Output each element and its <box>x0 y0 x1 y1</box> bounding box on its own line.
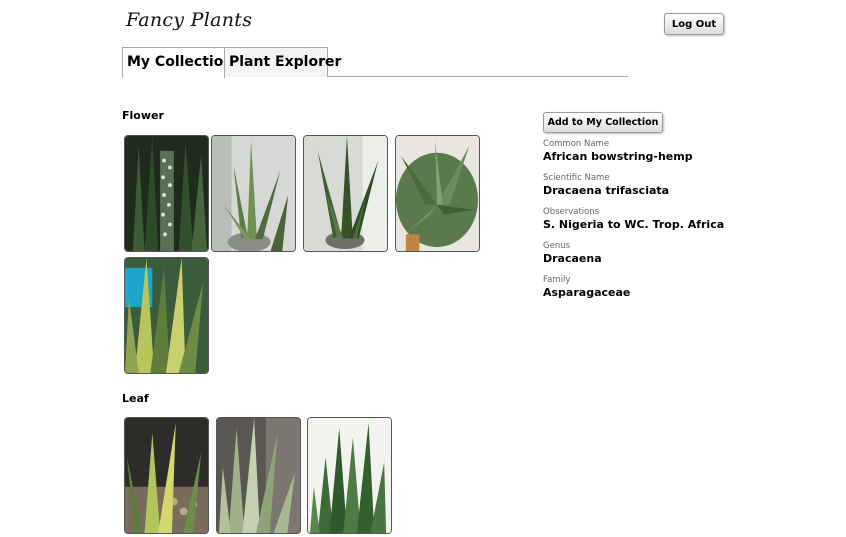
detail-family: Family Asparagaceae <box>543 274 773 308</box>
leaf-photo-1[interactable] <box>124 417 209 534</box>
detail-value: Dracaena trifasciata <box>543 184 670 197</box>
tab-my-collection[interactable]: My Collection <box>122 47 233 78</box>
detail-genus: Genus Dracaena <box>543 240 773 274</box>
detail-value: African bowstring-hemp <box>543 150 693 163</box>
app-logo: Fancy Plants <box>126 9 253 31</box>
detail-label: Scientific Name <box>543 173 610 183</box>
section-title-leaf: Leaf <box>122 392 149 405</box>
detail-label: Genus <box>543 241 571 251</box>
flower-photo-2[interactable] <box>211 135 296 252</box>
section-title-flower: Flower <box>122 109 164 122</box>
plant-details-panel: Common Name African bowstring-hemp Scien… <box>543 138 773 308</box>
add-to-collection-button[interactable]: Add to My Collection <box>543 112 663 133</box>
detail-scientific-name: Scientific Name Dracaena trifasciata <box>543 172 773 206</box>
detail-observations: Observations S. Nigeria to WC. Trop. Afr… <box>543 206 773 240</box>
tab-bar: My Collection Plant Explorer <box>122 47 628 78</box>
detail-label: Observations <box>543 207 600 217</box>
tab-plant-explorer[interactable]: Plant Explorer <box>224 47 341 77</box>
detail-value: Asparagaceae <box>543 286 631 299</box>
flower-photo-3[interactable] <box>303 135 388 252</box>
detail-common-name: Common Name African bowstring-hemp <box>543 138 773 172</box>
leaf-photo-3[interactable] <box>307 417 392 534</box>
logout-button[interactable]: Log Out <box>664 13 724 35</box>
flower-photo-4[interactable] <box>395 135 480 252</box>
flower-photo-5[interactable] <box>124 257 209 374</box>
detail-label: Family <box>543 275 571 285</box>
detail-label: Common Name <box>543 139 610 149</box>
detail-value: Dracaena <box>543 252 602 265</box>
detail-value: S. Nigeria to WC. Trop. Africa <box>543 218 725 231</box>
leaf-photo-2[interactable] <box>216 417 301 534</box>
flower-photo-1[interactable] <box>124 135 209 252</box>
